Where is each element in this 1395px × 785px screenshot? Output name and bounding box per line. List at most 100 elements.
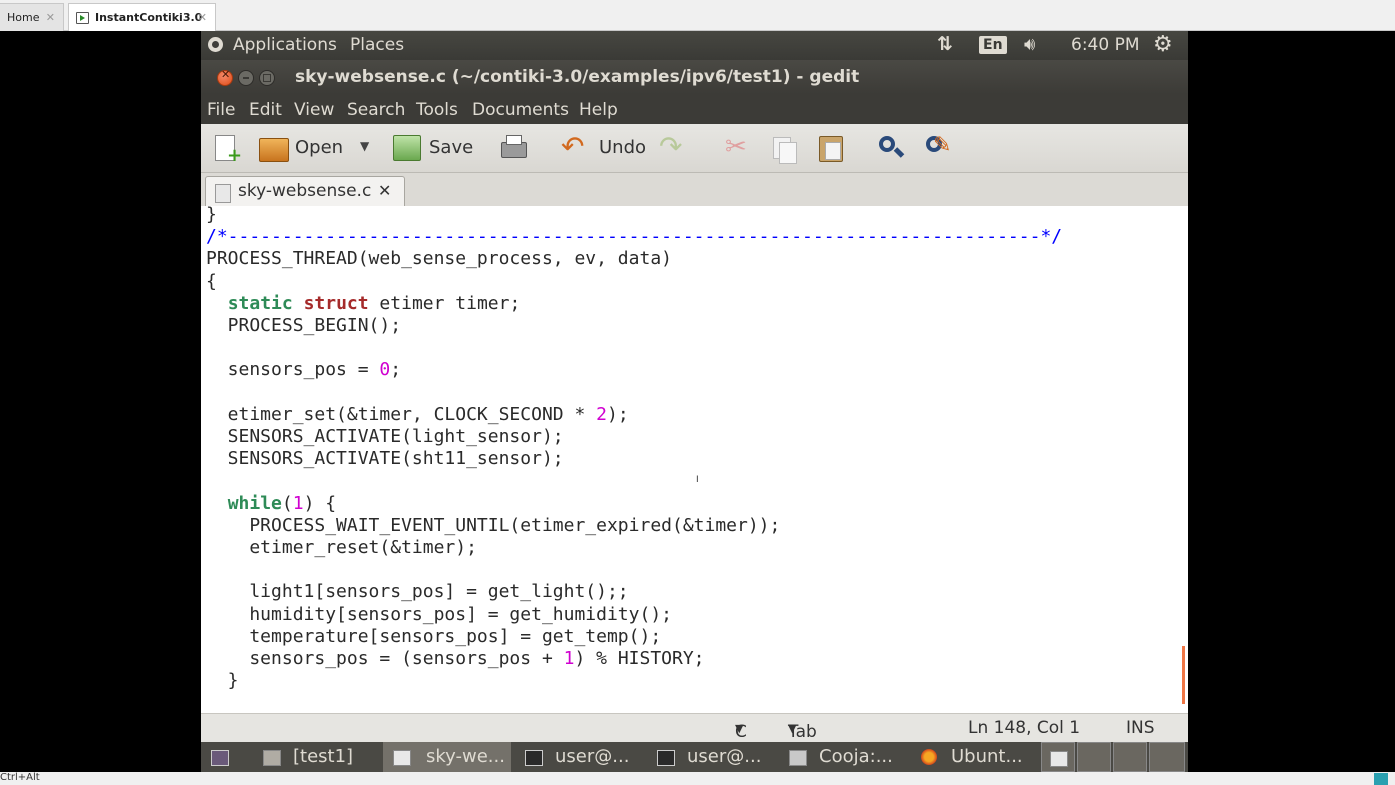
code-line[interactable]: light1[sensors_pos] = get_light();; [206, 581, 628, 603]
host-tab-vm-label: InstantContiki3.0 [95, 11, 203, 24]
workspace-1[interactable] [1041, 742, 1075, 772]
host-tab-vm[interactable]: InstantContiki3.0 ✕ [68, 3, 216, 31]
code-line[interactable]: SENSORS_ACTIVATE(sht11_sensor); [206, 448, 564, 470]
menu-tools[interactable]: Tools [416, 100, 458, 120]
workspace-2[interactable] [1077, 742, 1111, 772]
search-icon [879, 136, 895, 152]
code-line[interactable]: etimer_set(&timer, CLOCK_SECOND * 2); [206, 404, 629, 426]
close-icon[interactable]: ✕ [378, 181, 391, 200]
close-icon: ✕ [221, 68, 231, 81]
close-window-button[interactable]: ✕ [217, 68, 233, 86]
save-label: Save [429, 137, 474, 158]
task-label: [test1] [293, 746, 354, 767]
paste-button[interactable] [817, 124, 847, 172]
folder-icon [259, 138, 289, 162]
scissors-icon: ✂ [725, 132, 747, 162]
applications-menu[interactable]: Applications [233, 35, 337, 55]
maximize-window-button[interactable] [259, 70, 275, 86]
volume-icon[interactable]: 🔊︎ [1024, 34, 1035, 55]
undo-label: Undo [599, 137, 647, 158]
undo-button[interactable]: ↶ Undo [561, 124, 647, 172]
code-line[interactable]: /*--------------------------------------… [206, 226, 1062, 248]
print-button[interactable] [499, 124, 529, 172]
task-terminal-1[interactable]: user@... [515, 742, 643, 772]
window-titlebar: ✕ sky-websense.c (~/contiki-3.0/examples… [201, 60, 1188, 94]
code-line[interactable]: static struct etimer timer; [206, 293, 521, 315]
code-line[interactable]: { [206, 271, 217, 293]
plus-icon: + [227, 145, 243, 166]
scrollbar-thumb[interactable] [1182, 646, 1185, 704]
vm-icon [76, 12, 89, 24]
workspace-3[interactable] [1113, 742, 1147, 772]
find-button[interactable] [877, 124, 907, 172]
code-line[interactable]: PROCESS_WAIT_EVENT_UNTIL(etimer_expired(… [206, 515, 780, 537]
host-tab-home[interactable]: Home ✕ [0, 3, 64, 31]
task-firefox[interactable]: Ubunt... [911, 742, 1039, 772]
code-line[interactable]: SENSORS_ACTIVATE(light_sensor); [206, 426, 564, 448]
menu-file[interactable]: File [207, 100, 235, 120]
task-cooja[interactable]: Cooja:... [779, 742, 907, 772]
close-icon[interactable]: ✕ [198, 4, 207, 31]
show-desktop-button[interactable] [201, 742, 245, 772]
insert-mode: INS [1126, 718, 1155, 738]
host-status-icon[interactable] [1374, 773, 1388, 785]
menu-edit[interactable]: Edit [249, 100, 282, 120]
document-tab-strip: sky-websense.c ✕ [201, 173, 1188, 207]
new-document-button[interactable]: + [211, 124, 245, 172]
search-icon-handle [893, 147, 905, 158]
task-terminal-2[interactable]: user@... [647, 742, 775, 772]
code-line[interactable]: PROCESS_BEGIN(); [206, 315, 401, 337]
code-line[interactable]: etimer_reset(&timer); [206, 537, 477, 559]
text-editor-icon [393, 750, 411, 766]
top-panel: Applications Places ⇅ En 🔊︎ 6:40 PM ⚙ [201, 31, 1188, 60]
task-label: Ubunt... [951, 746, 1023, 767]
menu-help[interactable]: Help [579, 100, 618, 120]
close-icon[interactable]: ✕ [46, 4, 55, 31]
status-bar: C ▼ Tab Width: 8 ▼ Ln 148, Col 1 INS [201, 713, 1188, 772]
terminal-icon [657, 750, 675, 766]
code-line[interactable]: } [206, 206, 217, 226]
menu-documents[interactable]: Documents [472, 100, 569, 120]
open-button[interactable]: Open ▼ [257, 124, 369, 172]
desktop-icon [211, 750, 229, 766]
code-line[interactable]: temperature[sensors_pos] = get_temp(); [206, 626, 661, 648]
cut-button[interactable]: ✂ [723, 124, 753, 172]
code-line[interactable]: sensors_pos = 0; [206, 359, 401, 381]
clock[interactable]: 6:40 PM [1071, 35, 1140, 55]
save-icon [393, 135, 421, 161]
text-cursor-icon: I [696, 475, 699, 485]
workspace-4[interactable] [1149, 742, 1185, 772]
host-status-bar: Ctrl+Alt [0, 772, 1395, 785]
host-tab-home-label: Home [7, 11, 40, 24]
code-editor[interactable]: }/*-------------------------------------… [201, 206, 1188, 713]
places-menu[interactable]: Places [350, 35, 404, 55]
gear-icon[interactable]: ⚙ [1153, 32, 1173, 57]
taskbar: [test1] sky-we... user@... user@... Cooj… [201, 742, 1188, 772]
code-line[interactable]: humidity[sensors_pos] = get_humidity(); [206, 604, 672, 626]
menu-search[interactable]: Search [347, 100, 405, 120]
copy-button[interactable] [771, 124, 801, 172]
task-test1[interactable]: [test1] [253, 742, 381, 772]
task-label: sky-we... [426, 746, 505, 767]
replace-button[interactable]: ✎ [923, 124, 957, 172]
minimize-window-button[interactable] [238, 70, 254, 86]
tab-sky-websense[interactable]: sky-websense.c ✕ [205, 176, 405, 207]
network-icon[interactable]: ⇅ [937, 33, 953, 55]
workspace-window-icon [1050, 751, 1068, 767]
menu-view[interactable]: View [294, 100, 334, 120]
task-gedit[interactable]: sky-we... [383, 742, 511, 772]
code-line[interactable]: PROCESS_THREAD(web_sense_process, ev, da… [206, 248, 672, 270]
chevron-down-icon[interactable]: ▼ [360, 139, 369, 153]
chevron-down-icon: ▼ [788, 722, 797, 735]
code-line[interactable]: while(1) { [206, 493, 336, 515]
code-line[interactable]: } [206, 670, 239, 692]
code-line[interactable]: sensors_pos = (sensors_pos + 1) % HISTOR… [206, 648, 704, 670]
chevron-down-icon: ▼ [735, 722, 744, 735]
guest-desktop: Applications Places ⇅ En 🔊︎ 6:40 PM ⚙ ✕ … [201, 31, 1188, 772]
save-button[interactable]: Save [391, 124, 474, 172]
open-label: Open [295, 137, 344, 158]
toolbar: + Open ▼ Save ↶ Undo ↷ ✂ ✎ [201, 124, 1188, 173]
keyboard-layout[interactable]: En [979, 36, 1007, 54]
redo-button[interactable]: ↷ [659, 124, 693, 172]
menu-bar: File Edit View Search Tools Documents He… [201, 94, 1188, 124]
